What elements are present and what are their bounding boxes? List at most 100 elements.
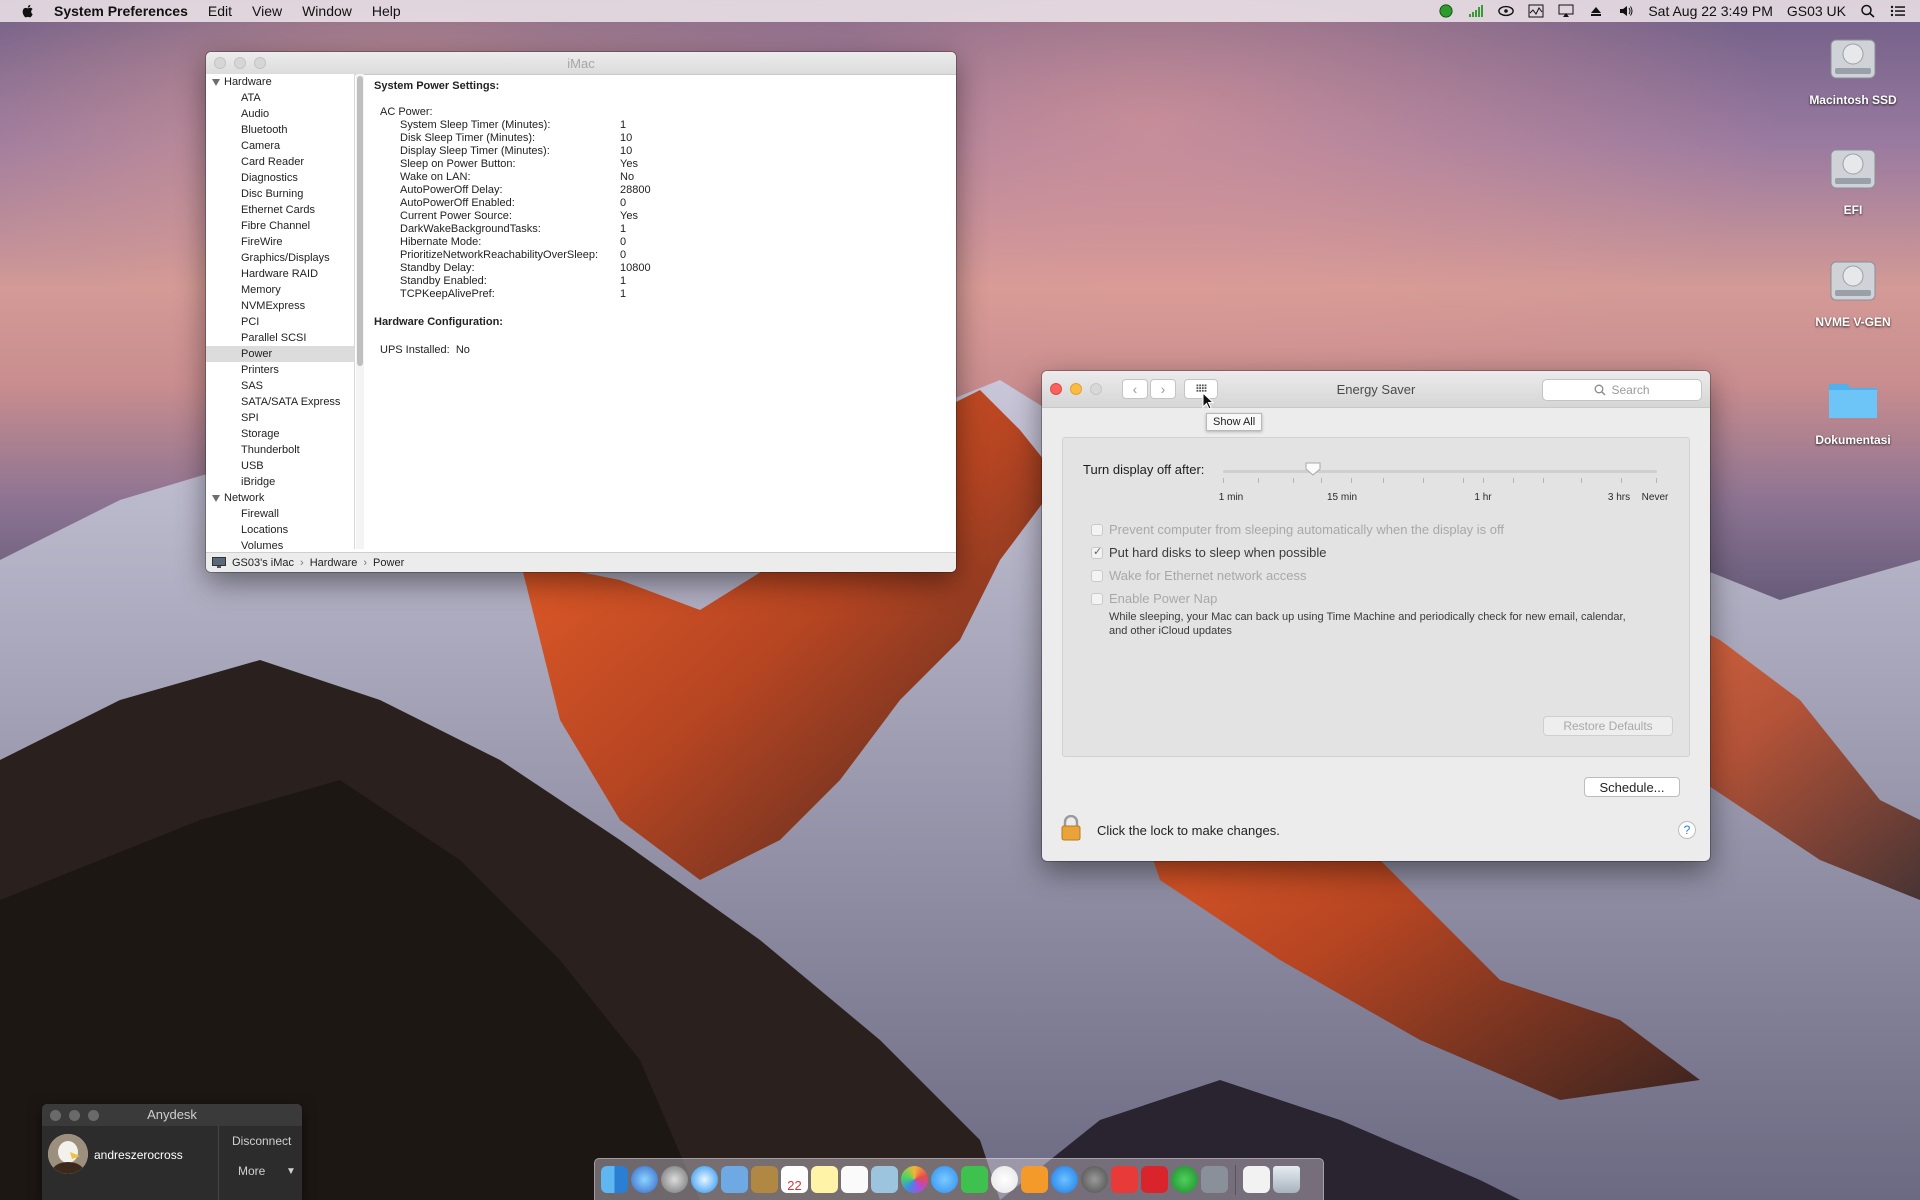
dock-notes-icon[interactable] bbox=[811, 1166, 838, 1193]
display-sleep-slider[interactable] bbox=[1223, 470, 1657, 473]
zoom-button[interactable] bbox=[88, 1110, 99, 1121]
notification-center-icon[interactable] bbox=[1890, 4, 1906, 18]
dock-safari-icon[interactable] bbox=[691, 1166, 718, 1193]
path-hardware[interactable]: Hardware bbox=[310, 557, 358, 569]
dock-launchpad-icon[interactable] bbox=[661, 1166, 688, 1193]
sidebar-item-sata-sata-express[interactable]: SATA/SATA Express bbox=[206, 394, 354, 410]
search-field[interactable]: Search bbox=[1542, 379, 1702, 401]
restore-defaults-button[interactable]: Restore Defaults bbox=[1543, 716, 1673, 736]
sidebar-item-volumes[interactable]: Volumes bbox=[206, 538, 354, 549]
dock-reminders-icon[interactable] bbox=[841, 1166, 868, 1193]
menu-window[interactable]: Window bbox=[302, 3, 352, 19]
menu-app-name[interactable]: System Preferences bbox=[54, 3, 188, 19]
minimize-button[interactable] bbox=[69, 1110, 80, 1121]
dock-app-store-icon[interactable] bbox=[1051, 1166, 1078, 1193]
sidebar-item-fibre-channel[interactable]: Fibre Channel bbox=[206, 218, 354, 234]
dock-facetime-icon[interactable] bbox=[961, 1166, 988, 1193]
sidebar-item-thunderbolt[interactable]: Thunderbolt bbox=[206, 442, 354, 458]
dock-contacts-icon[interactable] bbox=[751, 1166, 778, 1193]
sidebar-item-audio[interactable]: Audio bbox=[206, 106, 354, 122]
dock-preview-icon[interactable] bbox=[871, 1166, 898, 1193]
scrollbar-thumb[interactable] bbox=[357, 76, 363, 366]
desktop-icon-macintosh-ssd[interactable]: Macintosh SSD bbox=[1793, 30, 1913, 107]
dock-photos-icon[interactable] bbox=[901, 1166, 928, 1193]
sidebar-item-spi[interactable]: SPI bbox=[206, 410, 354, 426]
eject-icon[interactable] bbox=[1588, 4, 1604, 18]
menu-view[interactable]: View bbox=[252, 3, 282, 19]
sidebar-item-storage[interactable]: Storage bbox=[206, 426, 354, 442]
sidebar-item-ata[interactable]: ATA bbox=[206, 90, 354, 106]
dock-itunes-icon[interactable] bbox=[991, 1166, 1018, 1193]
dock-spotify-icon[interactable] bbox=[1171, 1166, 1198, 1193]
checkbox-box[interactable] bbox=[1091, 592, 1103, 605]
sidebar-item-card-reader[interactable]: Card Reader bbox=[206, 154, 354, 170]
spotlight-search-icon[interactable] bbox=[1860, 4, 1876, 18]
disconnect-button[interactable]: Disconnect bbox=[232, 1134, 291, 1148]
checkbox-box[interactable] bbox=[1091, 569, 1103, 582]
anydesk-titlebar[interactable]: Anydesk bbox=[42, 1104, 302, 1126]
sidebar-item-firewire[interactable]: FireWire bbox=[206, 234, 354, 250]
volume-icon[interactable] bbox=[1618, 4, 1634, 18]
sidebar-item-power[interactable]: Power bbox=[206, 346, 354, 362]
prevent-sleep-checkbox[interactable]: Prevent computer from sleeping automatic… bbox=[1091, 522, 1504, 537]
dock-mail-icon[interactable] bbox=[721, 1166, 748, 1193]
menu-help[interactable]: Help bbox=[372, 3, 401, 19]
apple-menu-icon[interactable] bbox=[20, 3, 36, 19]
sidebar-item-camera[interactable]: Camera bbox=[206, 138, 354, 154]
airplay-icon[interactable] bbox=[1558, 4, 1574, 18]
desktop-icon-dokumentasi[interactable]: Dokumentasi bbox=[1793, 370, 1913, 447]
path-computer[interactable]: GS03's iMac bbox=[232, 557, 294, 569]
sidebar-item-ethernet-cards[interactable]: Ethernet Cards bbox=[206, 202, 354, 218]
sidebar-group-hardware[interactable]: Hardware bbox=[206, 74, 354, 90]
sidebar-group-network[interactable]: Network bbox=[206, 490, 354, 506]
sidebar-item-firewall[interactable]: Firewall bbox=[206, 506, 354, 522]
sidebar-item-hardware-raid[interactable]: Hardware RAID bbox=[206, 266, 354, 282]
more-button[interactable]: More bbox=[238, 1164, 265, 1178]
globe-status-icon[interactable] bbox=[1438, 4, 1454, 18]
sidebar-item-printers[interactable]: Printers bbox=[206, 362, 354, 378]
close-button[interactable] bbox=[50, 1110, 61, 1121]
dock-siri-icon[interactable] bbox=[631, 1166, 658, 1193]
dock-documents-icon[interactable] bbox=[1243, 1166, 1270, 1193]
desktop-icon-efi[interactable]: EFI bbox=[1793, 140, 1913, 217]
wake-ethernet-checkbox[interactable]: Wake for Ethernet network access bbox=[1091, 568, 1307, 583]
hard-disk-sleep-checkbox[interactable]: Put hard disks to sleep when possible bbox=[1091, 545, 1327, 560]
dock-messages-icon[interactable] bbox=[931, 1166, 958, 1193]
dock-trash-icon[interactable] bbox=[1273, 1166, 1300, 1193]
sidebar-item-diagnostics[interactable]: Diagnostics bbox=[206, 170, 354, 186]
menu-user[interactable]: GS03 UK bbox=[1787, 3, 1846, 19]
menu-datetime[interactable]: Sat Aug 22 3:49 PM bbox=[1648, 3, 1773, 19]
sidebar-item-memory[interactable]: Memory bbox=[206, 282, 354, 298]
dock-finder-icon[interactable] bbox=[601, 1166, 628, 1193]
desktop-icon-nvme-v-gen[interactable]: NVME V-GEN bbox=[1793, 252, 1913, 329]
nvidia-icon[interactable] bbox=[1498, 4, 1515, 18]
dock-system-preferences-icon[interactable] bbox=[1081, 1166, 1108, 1193]
checkbox-box[interactable] bbox=[1091, 545, 1103, 559]
sidebar-item-bluetooth[interactable]: Bluetooth bbox=[206, 122, 354, 138]
lock-icon[interactable] bbox=[1060, 815, 1082, 841]
signal-bars-icon[interactable] bbox=[1468, 4, 1484, 18]
help-button[interactable]: ? bbox=[1678, 821, 1696, 839]
sidebar-item-usb[interactable]: USB bbox=[206, 458, 354, 474]
dock-photo-booth-icon[interactable] bbox=[1141, 1166, 1168, 1193]
window-titlebar[interactable]: ‹ › Energy Saver Search bbox=[1042, 371, 1710, 408]
path-power[interactable]: Power bbox=[373, 557, 404, 569]
checkbox-box[interactable] bbox=[1091, 523, 1103, 536]
sidebar-scrollbar[interactable] bbox=[356, 74, 364, 549]
sidebar-item-locations[interactable]: Locations bbox=[206, 522, 354, 538]
dock-terminal-icon[interactable] bbox=[1201, 1166, 1228, 1193]
activity-monitor-icon[interactable] bbox=[1528, 4, 1544, 18]
power-nap-checkbox[interactable]: Enable Power Nap bbox=[1091, 591, 1217, 606]
sidebar-item-ibridge[interactable]: iBridge bbox=[206, 474, 354, 490]
sidebar-item-pci[interactable]: PCI bbox=[206, 314, 354, 330]
dock-anydesk-icon[interactable] bbox=[1111, 1166, 1138, 1193]
sidebar-item-parallel-scsi[interactable]: Parallel SCSI bbox=[206, 330, 354, 346]
schedule-button[interactable]: Schedule... bbox=[1584, 777, 1680, 797]
sidebar-item-nvmexpress[interactable]: NVMExpress bbox=[206, 298, 354, 314]
slider-knob[interactable] bbox=[1305, 462, 1321, 476]
chevron-down-icon[interactable]: ▼ bbox=[286, 1166, 296, 1177]
dock-calendar-icon[interactable]: 22 bbox=[781, 1166, 808, 1193]
disclosure-triangle-icon[interactable] bbox=[212, 494, 220, 502]
window-titlebar[interactable]: iMac bbox=[206, 52, 956, 75]
sidebar-item-graphics-displays[interactable]: Graphics/Displays bbox=[206, 250, 354, 266]
